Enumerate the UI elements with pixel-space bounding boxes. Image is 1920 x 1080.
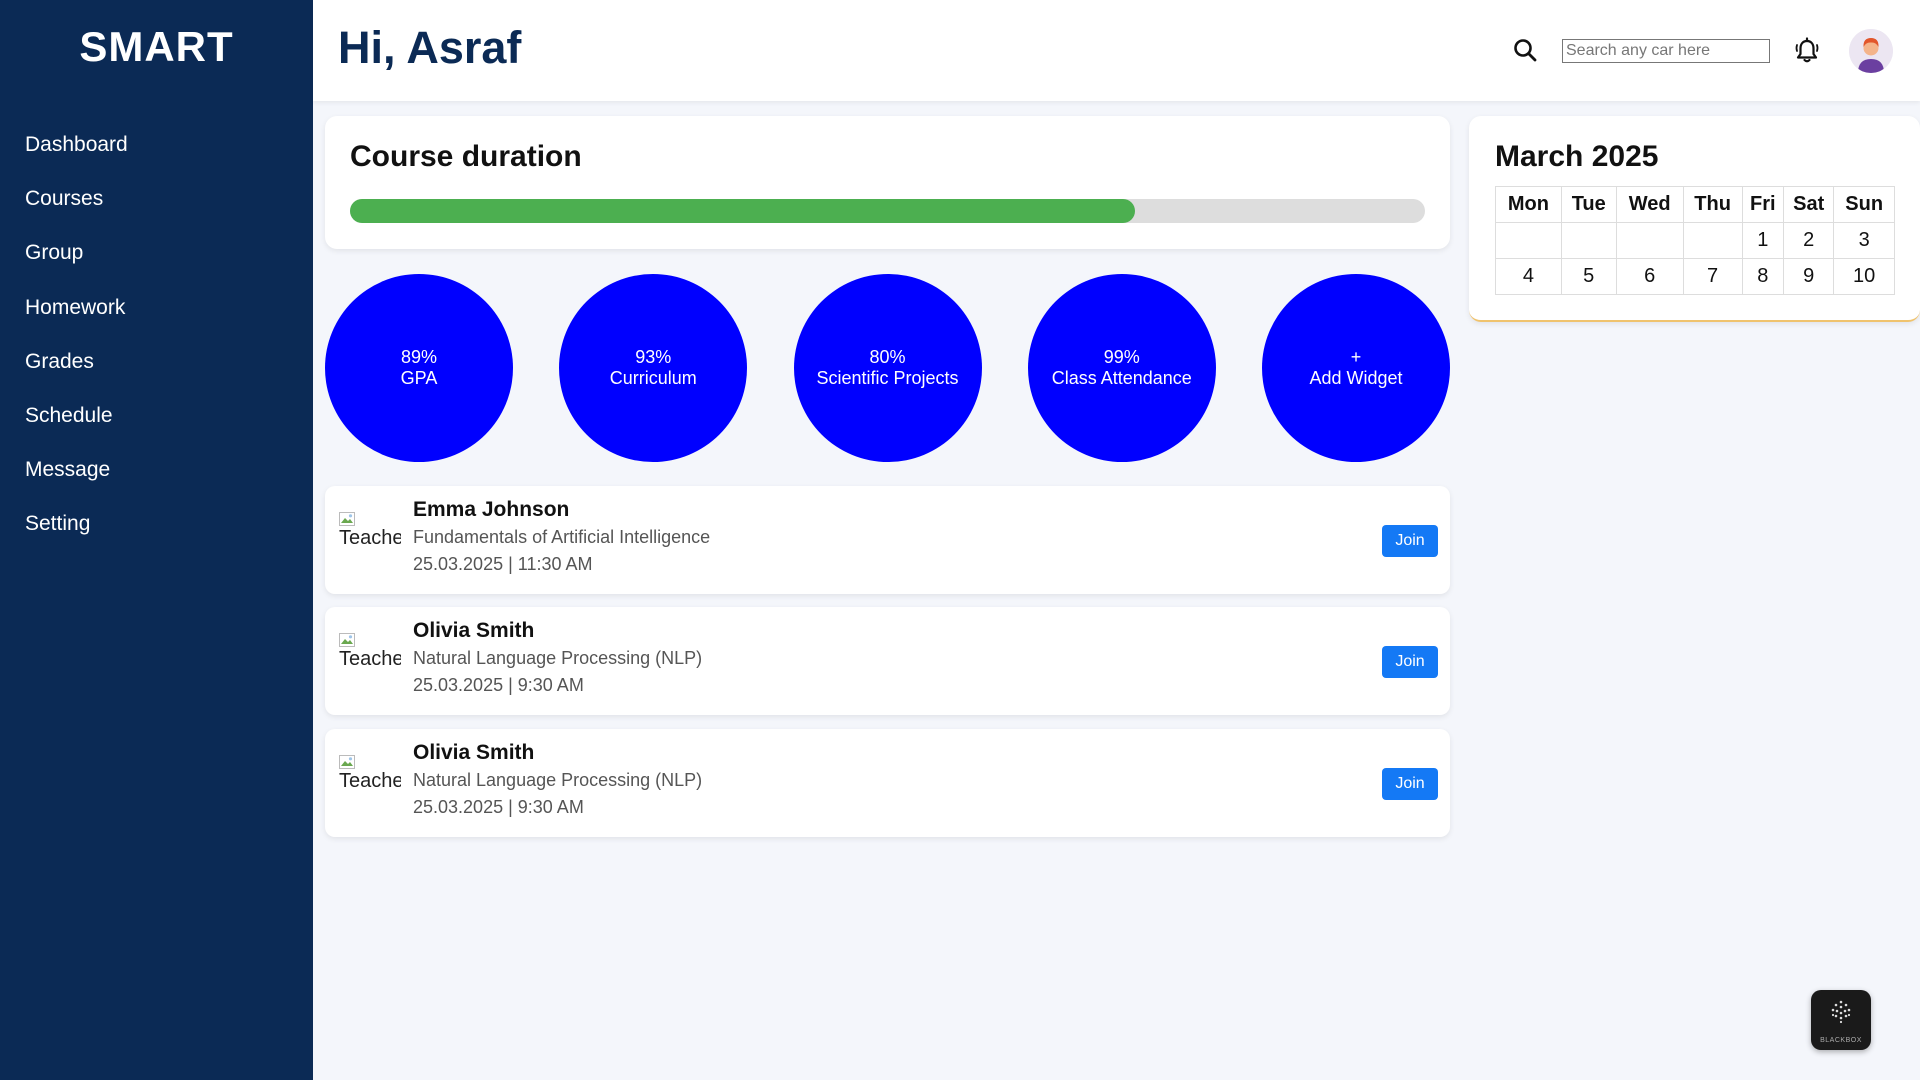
stat-label: Scientific Projects xyxy=(816,368,959,388)
teacher-name: Emma Johnson xyxy=(413,498,570,521)
blackbox-badge[interactable]: BLACKBOX xyxy=(1811,990,1871,1050)
weekday-header: Mon xyxy=(1495,186,1562,223)
sidebar-item-schedule[interactable]: Schedule xyxy=(0,401,313,455)
broken-image-icon xyxy=(339,633,355,647)
bell-icon[interactable] xyxy=(1794,37,1820,65)
teacher-image-alt: Teacher xyxy=(339,770,401,792)
teacher-image: Teacher xyxy=(339,633,401,673)
sidebar-item-setting[interactable]: Setting xyxy=(0,509,313,563)
stat-scientific-projects[interactable]: 80% Scientific Projects xyxy=(793,274,982,462)
stats-row: 89% GPA 93% Curriculum 80% Scientific Pr… xyxy=(325,274,1450,462)
calendar-day[interactable] xyxy=(1682,222,1743,259)
calendar-day[interactable] xyxy=(1495,222,1562,259)
stat-label: GPA xyxy=(400,368,438,388)
weekday-header: Thu xyxy=(1682,186,1743,223)
calendar-week-row: 4 5 6 7 8 9 10 xyxy=(1495,258,1895,295)
stat-value: 99% xyxy=(1103,347,1140,367)
calendar-day[interactable]: 5 xyxy=(1560,258,1617,295)
lesson-item: Teacher Emma Johnson Fundamentals of Art… xyxy=(325,486,1450,594)
stat-gpa[interactable]: 89% GPA xyxy=(325,274,513,462)
avatar[interactable] xyxy=(1849,29,1893,73)
sidebar-nav: Dashboard Courses Group Homework Grades … xyxy=(0,130,313,564)
blackbox-logo-icon xyxy=(1831,1000,1851,1024)
calendar-day[interactable]: 4 xyxy=(1495,258,1562,295)
calendar-day[interactable]: 7 xyxy=(1682,258,1743,295)
calendar-day[interactable]: 9 xyxy=(1783,258,1835,295)
stat-label: Class Attendance xyxy=(1051,368,1192,388)
stat-value: 89% xyxy=(400,347,438,367)
join-button[interactable]: Join xyxy=(1382,646,1438,678)
top-header: Hi, Asraf xyxy=(313,0,1920,101)
lesson-item: Teacher Olivia Smith Natural Language Pr… xyxy=(325,729,1450,837)
calendar-grid: Mon Tue Wed Thu Fri Sat Sun 1 2 3 4 5 6 … xyxy=(1495,186,1895,295)
weekday-header: Fri xyxy=(1741,186,1785,223)
calendar-day[interactable]: 8 xyxy=(1741,258,1785,295)
teacher-image: Teacher xyxy=(339,512,401,552)
stat-curriculum[interactable]: 93% Curriculum xyxy=(559,274,748,462)
course-duration-title: Course duration xyxy=(350,140,582,173)
app-logo[interactable]: SMART xyxy=(0,24,313,84)
lesson-datetime: 25.03.2025 | 9:30 AM xyxy=(413,675,584,695)
sidebar-item-courses[interactable]: Courses xyxy=(0,184,313,238)
search-icon[interactable] xyxy=(1512,37,1538,63)
weekday-header: Sun xyxy=(1833,186,1895,223)
course-name: Fundamentals of Artificial Intelligence xyxy=(413,527,711,547)
weekday-header: Sat xyxy=(1783,186,1835,223)
stat-value: 93% xyxy=(635,347,672,367)
search-input[interactable] xyxy=(1562,39,1770,63)
teacher-image-alt: Teacher xyxy=(339,648,401,670)
calendar-week-row: 1 2 3 xyxy=(1495,222,1895,259)
sidebar-item-group[interactable]: Group xyxy=(0,238,313,292)
stat-value: 80% xyxy=(869,347,906,367)
teacher-image-alt: Teacher xyxy=(339,527,401,549)
stat-label: Curriculum xyxy=(609,368,697,388)
badge-label: BLACKBOX xyxy=(1820,1037,1862,1044)
teacher-name: Olivia Smith xyxy=(413,741,535,764)
calendar-day[interactable]: 2 xyxy=(1783,222,1835,259)
calendar-weekday-row: Mon Tue Wed Thu Fri Sat Sun xyxy=(1495,186,1895,223)
lesson-datetime: 25.03.2025 | 11:30 AM xyxy=(413,554,593,574)
calendar-day[interactable]: 10 xyxy=(1833,258,1895,295)
sidebar-item-dashboard[interactable]: Dashboard xyxy=(0,130,313,184)
broken-image-icon xyxy=(339,755,355,769)
calendar-day[interactable]: 1 xyxy=(1741,222,1785,259)
course-name: Natural Language Processing (NLP) xyxy=(413,770,703,790)
sidebar: SMART Dashboard Courses Group Homework G… xyxy=(0,0,313,1080)
sidebar-item-message[interactable]: Message xyxy=(0,455,313,509)
calendar-card: March 2025 Mon Tue Wed Thu Fri Sat Sun 1… xyxy=(1469,116,1920,322)
sidebar-item-grades[interactable]: Grades xyxy=(0,347,313,401)
course-duration-card: Course duration xyxy=(325,116,1450,249)
plus-icon: + xyxy=(1350,347,1362,367)
broken-image-icon xyxy=(339,512,355,526)
stat-class-attendance[interactable]: 99% Class Attendance xyxy=(1027,274,1216,462)
lesson-datetime: 25.03.2025 | 9:30 AM xyxy=(413,797,584,817)
calendar-day[interactable]: 6 xyxy=(1615,258,1684,295)
join-button[interactable]: Join xyxy=(1382,525,1438,557)
course-name: Natural Language Processing (NLP) xyxy=(413,648,703,668)
add-widget-button[interactable]: + Add Widget xyxy=(1262,274,1450,462)
course-progress-fill xyxy=(350,199,1135,223)
weekday-header: Wed xyxy=(1615,186,1684,223)
weekday-header: Tue xyxy=(1560,186,1617,223)
calendar-day[interactable] xyxy=(1560,222,1617,259)
stat-label: Add Widget xyxy=(1309,368,1403,388)
calendar-title: March 2025 xyxy=(1495,140,1659,173)
teacher-image: Teacher xyxy=(339,755,401,795)
lesson-item: Teacher Olivia Smith Natural Language Pr… xyxy=(325,607,1450,715)
calendar-day[interactable]: 3 xyxy=(1833,222,1895,259)
teacher-name: Olivia Smith xyxy=(413,619,535,642)
sidebar-item-homework[interactable]: Homework xyxy=(0,293,313,347)
join-button[interactable]: Join xyxy=(1382,768,1438,800)
course-progress-bar xyxy=(350,199,1425,223)
page-greeting: Hi, Asraf xyxy=(338,22,522,73)
calendar-day[interactable] xyxy=(1615,222,1684,259)
